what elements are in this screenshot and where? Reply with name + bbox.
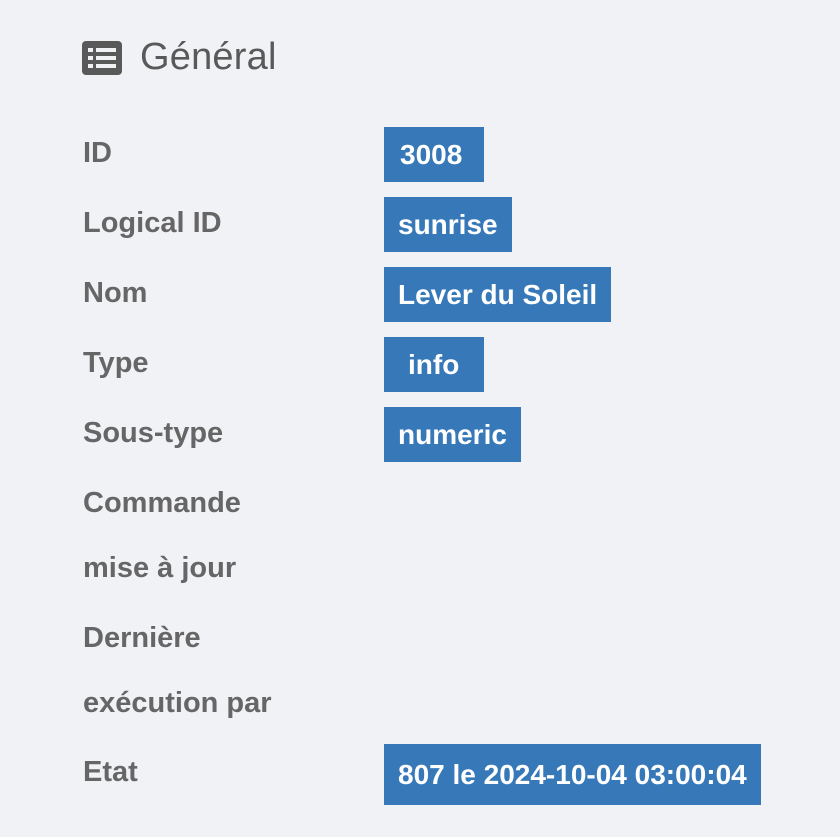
field-label-logical-id: Logical ID: [83, 207, 222, 239]
field-value-etat: 807 le 2024-10-04 03:00:04: [384, 744, 761, 805]
field-label-execution-par: exécution par: [83, 687, 272, 719]
field-label-derniere: Dernière: [83, 622, 201, 654]
field-label-mise-a-jour: mise à jour: [83, 552, 237, 584]
field-label-type: Type: [83, 347, 149, 379]
field-label-commande: Commande: [83, 487, 241, 519]
field-value-sous-type: numeric: [384, 407, 521, 462]
list-icon: [82, 40, 122, 75]
field-value-id: 3008: [384, 127, 484, 182]
field-label-sous-type: Sous-type: [83, 417, 224, 449]
field-value-type: info: [384, 337, 484, 392]
field-label-nom: Nom: [83, 277, 148, 309]
field-label-id: ID: [83, 137, 112, 169]
field-value-logical-id: sunrise: [384, 197, 512, 252]
section-title: Général: [140, 36, 277, 78]
section-header: Général: [82, 36, 277, 79]
general-panel: Général ID 3008 Logical ID sunrise Nom L…: [0, 0, 840, 837]
field-value-nom: Lever du Soleil: [384, 267, 612, 322]
field-label-etat: Etat: [83, 756, 138, 788]
